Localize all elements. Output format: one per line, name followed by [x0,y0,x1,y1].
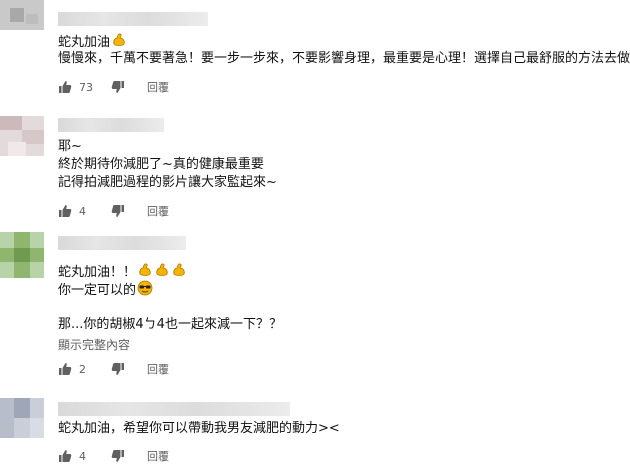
show-more-link[interactable]: 顯示完整內容 [58,337,130,353]
comment-text-line-2: 你一定可以的 [58,280,153,302]
reply-button[interactable]: 回覆 [147,448,169,464]
comment-text-line-1: 耶~ [58,139,82,154]
thumbs-up-icon[interactable] [58,80,72,94]
thumbs-up-icon[interactable] [58,362,72,376]
thumbs-down-icon[interactable] [111,449,125,463]
avatar[interactable] [0,232,44,278]
author-name-redacted[interactable] [58,118,164,132]
comment-actions: 4 回覆 [58,447,169,465]
like-count: 4 [79,449,86,463]
comment-text-line-1: 蛇丸加油，希望你可以帶動我男友減肥的動力>< [58,421,340,436]
comment-actions: 4 回覆 [58,202,169,220]
thumbs-up-icon[interactable] [58,449,72,463]
comment-text-line-2: 終於期待你減肥了~真的健康最重要 [58,157,264,172]
flexed-biceps-emoji [154,262,170,284]
thumbs-down-icon[interactable] [111,362,125,376]
comment-text-line-3: 記得拍減肥過程的影片讓大家監起來~ [58,175,277,190]
avatar[interactable] [0,398,44,438]
like-count: 73 [79,80,93,94]
author-name-redacted[interactable] [58,402,290,416]
like-count: 4 [79,204,86,218]
reply-button[interactable]: 回覆 [147,203,169,219]
comment-text-line-3: 那...你的胡椒4ㄅ4也一起來減一下？？ [58,317,282,332]
author-name-redacted[interactable] [58,236,186,250]
thumbs-down-icon[interactable] [111,204,125,218]
like-count: 2 [79,362,86,376]
comment-actions: 2 回覆 [58,360,169,378]
thumbs-up-icon[interactable] [58,204,72,218]
avatar[interactable] [0,116,44,156]
flexed-biceps-emoji [171,262,187,284]
avatar[interactable] [0,0,44,30]
comment-actions: 73 回覆 [58,78,169,96]
thumbs-down-icon[interactable] [111,80,125,94]
reply-button[interactable]: 回覆 [147,361,169,377]
reply-button[interactable]: 回覆 [147,79,169,95]
author-name-redacted[interactable] [58,12,208,26]
sunglasses-emoji [137,280,153,302]
comment-text-line-2: 慢慢來，千萬不要著急！要一步一步來，不要影響身理，最重要是心理！選擇自己最舒服的… [58,51,630,66]
